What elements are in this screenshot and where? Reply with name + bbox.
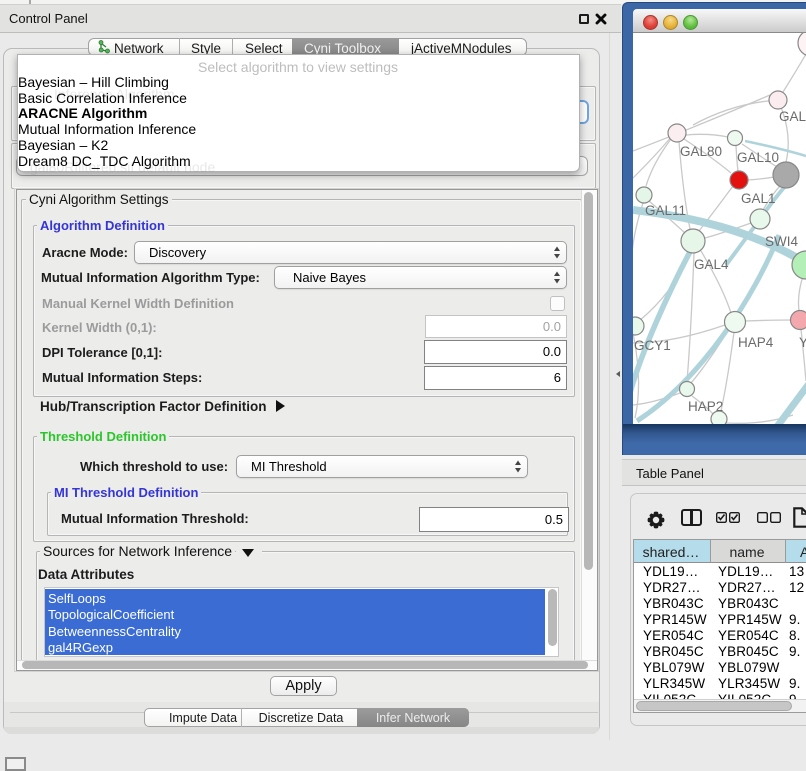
svg-text:GAL4: GAL4 [694, 257, 729, 272]
svg-text:SWI4: SWI4 [765, 234, 798, 249]
svg-text:HAP2: HAP2 [688, 399, 723, 414]
svg-text:HAP4: HAP4 [738, 335, 774, 350]
svg-text:GAL10: GAL10 [737, 150, 779, 165]
svg-text:Y: Y [799, 335, 806, 350]
svg-text:GAL1: GAL1 [741, 191, 776, 206]
svg-text:GAL80: GAL80 [680, 144, 722, 159]
svg-text:GAL11: GAL11 [645, 203, 686, 218]
svg-text:GAL7: GAL7 [779, 109, 806, 124]
svg-text:GCY1: GCY1 [634, 338, 671, 353]
